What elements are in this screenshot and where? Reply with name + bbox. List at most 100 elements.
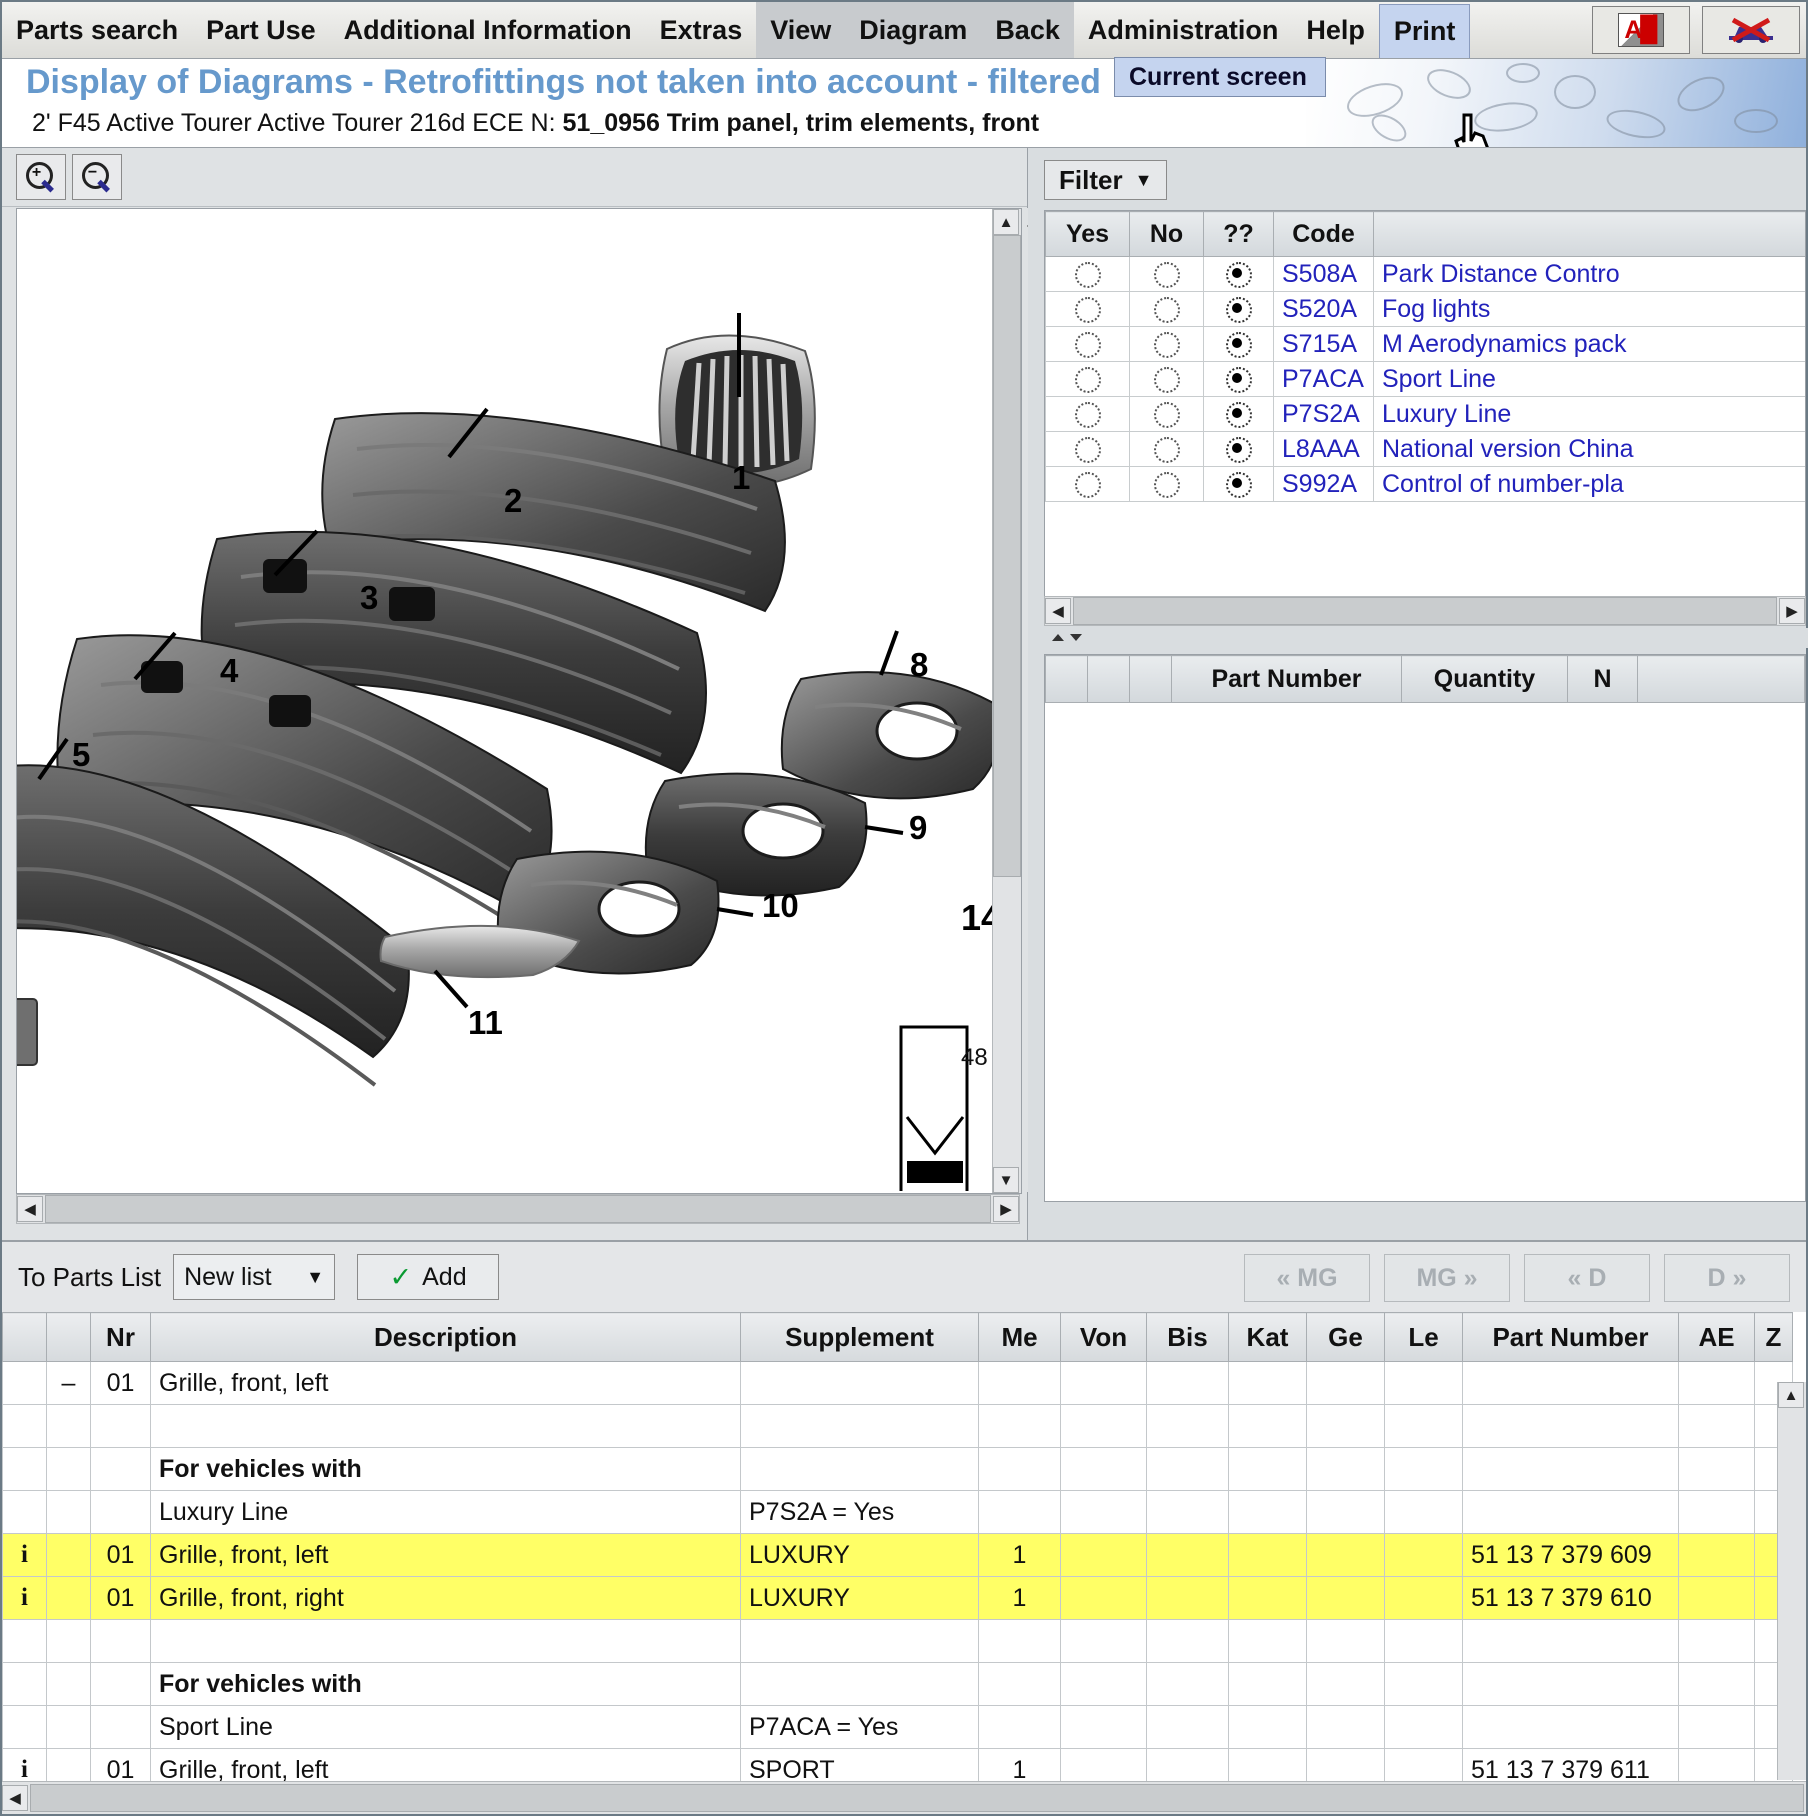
- cell-code[interactable]: L8AAA: [1273, 431, 1374, 467]
- cell-yes[interactable]: [1045, 291, 1130, 327]
- cell-description[interactable]: Fog lights: [1373, 291, 1805, 327]
- codes-scroll-thumb[interactable]: [1073, 597, 1777, 625]
- panel-divider[interactable]: [1044, 628, 1808, 648]
- cell-info[interactable]: i: [2, 1576, 47, 1620]
- radio-yes[interactable]: [1074, 261, 1101, 288]
- table-row[interactable]: [2, 1404, 1793, 1448]
- col-unknown[interactable]: ??: [1203, 211, 1274, 257]
- prev-diagram-button[interactable]: « D: [1524, 1254, 1650, 1302]
- menu-administration[interactable]: Administration: [1074, 2, 1293, 58]
- table-row[interactable]: For vehicles with: [2, 1662, 1793, 1706]
- grid-col-me[interactable]: Me: [978, 1312, 1061, 1362]
- codes-scroll-right-arrow[interactable]: ▶: [1779, 598, 1805, 624]
- cell-unknown[interactable]: [1203, 396, 1274, 432]
- option-code-row[interactable]: P7ACA Sport Line: [1045, 361, 1805, 397]
- cell-no[interactable]: [1129, 431, 1204, 467]
- cell-info[interactable]: [2, 1705, 47, 1749]
- cell-description[interactable]: National version China: [1373, 431, 1805, 467]
- grid-col-expand[interactable]: [46, 1312, 91, 1362]
- cell-no[interactable]: [1129, 361, 1204, 397]
- zoom-out-button[interactable]: −: [72, 154, 122, 200]
- col-code[interactable]: Code: [1273, 211, 1374, 257]
- cell-description[interactable]: Park Distance Contro: [1373, 256, 1805, 292]
- radio-no[interactable]: [1153, 436, 1180, 463]
- annotation-toolbar-button[interactable]: A▉: [1592, 6, 1690, 54]
- menu-additional-information[interactable]: Additional Information: [330, 2, 646, 58]
- diagram-vertical-scrollbar[interactable]: ▲ ▼: [992, 209, 1021, 1193]
- parts-grid-horizontal-scrollbar[interactable]: ◀: [2, 1781, 1806, 1814]
- cell-info[interactable]: [2, 1619, 47, 1663]
- cell-info[interactable]: [2, 1662, 47, 1706]
- scroll-thumb-horizontal[interactable]: [45, 1195, 991, 1223]
- cell-info[interactable]: [2, 1490, 47, 1534]
- parts-list-select[interactable]: New list ▼: [173, 1254, 336, 1300]
- vehicle-toolbar-button[interactable]: [1702, 6, 1800, 54]
- cell-yes[interactable]: [1045, 326, 1130, 362]
- scroll-thumb-vertical[interactable]: [993, 235, 1021, 877]
- cell-unknown[interactable]: [1203, 466, 1274, 502]
- col-description[interactable]: De: [1373, 211, 1805, 257]
- option-code-row[interactable]: S715A M Aerodynamics pack: [1045, 326, 1805, 362]
- menu-print[interactable]: Print: [1378, 4, 1471, 58]
- cell-code[interactable]: P7S2A: [1273, 396, 1374, 432]
- cell-description[interactable]: Control of number-pla: [1373, 466, 1805, 502]
- mini-col-1[interactable]: [1087, 655, 1130, 703]
- next-diagram-button[interactable]: D »: [1664, 1254, 1790, 1302]
- table-row[interactable]: For vehicles with: [2, 1447, 1793, 1491]
- mini-col-n[interactable]: N: [1567, 655, 1638, 703]
- menu-part-use[interactable]: Part Use: [192, 2, 330, 58]
- radio-no[interactable]: [1153, 296, 1180, 323]
- option-code-row[interactable]: S508A Park Distance Contro: [1045, 256, 1805, 292]
- menu-diagram[interactable]: Diagram: [845, 2, 982, 58]
- table-row[interactable]: i 01 Grille, front, left LUXURY 1 51 13 7 379…: [2, 1533, 1793, 1577]
- cell-code[interactable]: S508A: [1273, 256, 1374, 292]
- cell-no[interactable]: [1129, 396, 1204, 432]
- grid-col-z[interactable]: Z: [1754, 1312, 1793, 1362]
- cell-unknown[interactable]: [1203, 326, 1274, 362]
- cell-unknown[interactable]: [1203, 291, 1274, 327]
- radio-no[interactable]: [1153, 331, 1180, 358]
- radio-no[interactable]: [1153, 471, 1180, 498]
- option-code-row[interactable]: P7S2A Luxury Line: [1045, 396, 1805, 432]
- radio-no[interactable]: [1153, 366, 1180, 393]
- mini-col-quantity[interactable]: Quantity: [1401, 655, 1568, 703]
- diagram-horizontal-scrollbar[interactable]: ◀ ▶: [16, 1194, 1020, 1224]
- table-row[interactable]: –01 Grille, front, left: [2, 1361, 1793, 1405]
- menu-extras[interactable]: Extras: [646, 2, 757, 58]
- cell-yes[interactable]: [1045, 466, 1130, 502]
- col-yes[interactable]: Yes: [1045, 211, 1130, 257]
- menu-back[interactable]: Back: [981, 2, 1074, 58]
- cell-code[interactable]: S992A: [1273, 466, 1374, 502]
- cell-yes[interactable]: [1045, 396, 1130, 432]
- diagram-canvas[interactable]: 1 2 3 4 5 8 9 10 11 14 48 ▲ ▼: [16, 208, 1022, 1194]
- cell-no[interactable]: [1129, 326, 1204, 362]
- cell-code[interactable]: P7ACA: [1273, 361, 1374, 397]
- grid-col-part-number[interactable]: Part Number: [1462, 1312, 1679, 1362]
- cell-unknown[interactable]: [1203, 361, 1274, 397]
- filter-button[interactable]: Filter ▼: [1044, 160, 1168, 200]
- grid-col-bis[interactable]: Bis: [1146, 1312, 1229, 1362]
- cell-no[interactable]: [1129, 256, 1204, 292]
- radio-yes[interactable]: [1074, 471, 1101, 498]
- radio-yes[interactable]: [1074, 366, 1101, 393]
- grid-col-nr[interactable]: Nr: [90, 1312, 151, 1362]
- cell-info[interactable]: [2, 1447, 47, 1491]
- cell-unknown[interactable]: [1203, 431, 1274, 467]
- cell-no[interactable]: [1129, 466, 1204, 502]
- cell-yes[interactable]: [1045, 256, 1130, 292]
- mini-col-2[interactable]: [1129, 655, 1172, 703]
- radio-unknown[interactable]: [1225, 401, 1252, 428]
- mini-col-part-number[interactable]: Part Number: [1171, 655, 1402, 703]
- scroll-right-arrow[interactable]: ▶: [993, 1196, 1019, 1222]
- selected-parts-panel[interactable]: Part Number Quantity N: [1044, 654, 1806, 1202]
- grid-scroll-left-arrow[interactable]: ◀: [2, 1785, 28, 1811]
- option-codes-table-wrapper[interactable]: Yes No ?? Code De S508APark Distance Con…: [1044, 210, 1806, 606]
- grid-col-info[interactable]: [2, 1312, 47, 1362]
- cell-info[interactable]: [2, 1404, 47, 1448]
- option-code-row[interactable]: S520A Fog lights: [1045, 291, 1805, 327]
- scroll-up-arrow[interactable]: ▲: [993, 209, 1019, 235]
- mini-col-0[interactable]: [1045, 655, 1088, 703]
- cell-info[interactable]: i: [2, 1533, 47, 1577]
- table-row[interactable]: Sport Line P7ACA = Yes: [2, 1705, 1793, 1749]
- grid-col-kat[interactable]: Kat: [1228, 1312, 1307, 1362]
